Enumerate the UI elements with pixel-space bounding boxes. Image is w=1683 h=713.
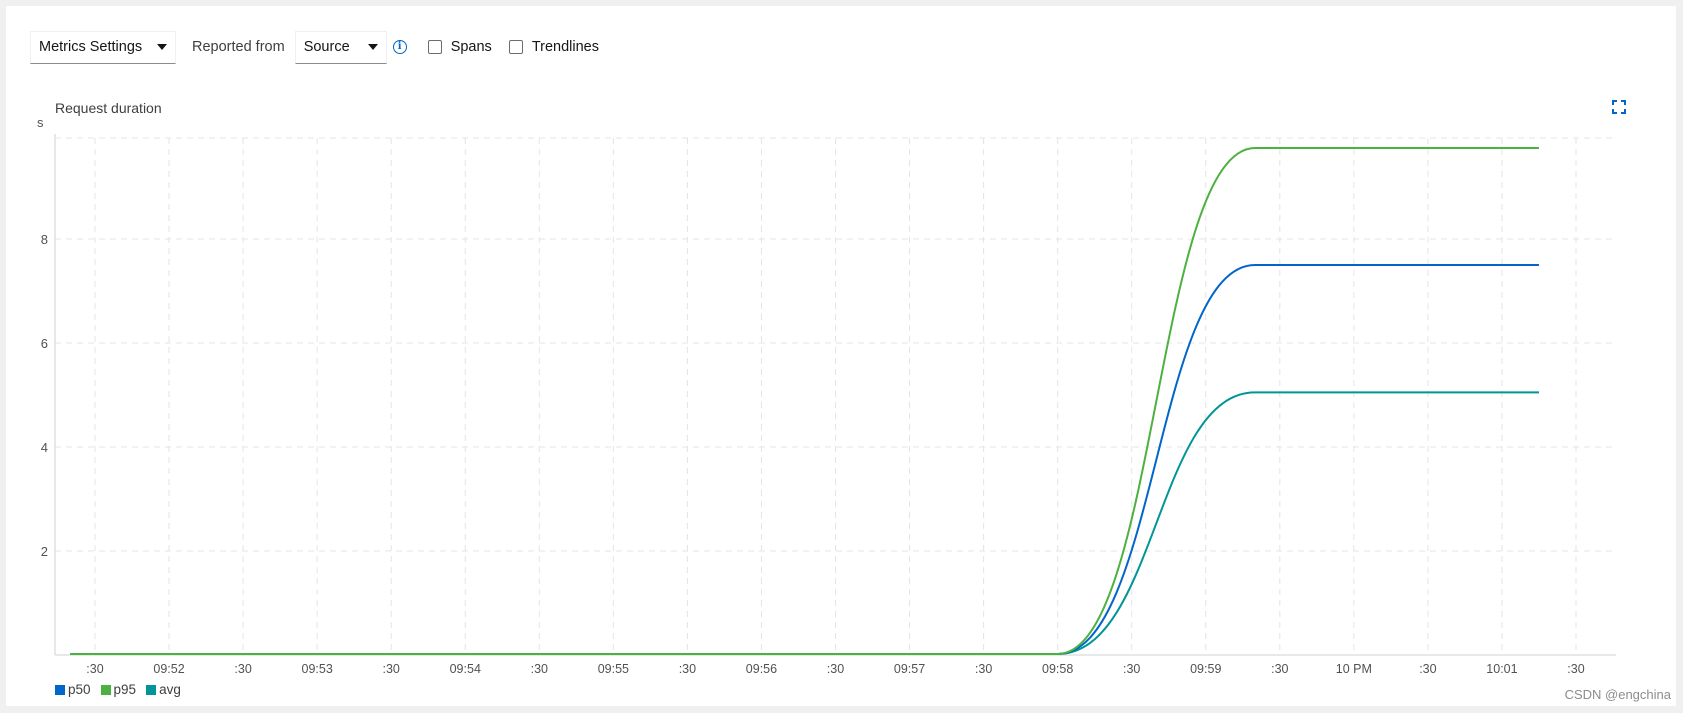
y-tick-label: 8 bbox=[41, 232, 48, 247]
legend-label-p50: p50 bbox=[68, 682, 91, 697]
legend: p50 p95 avg bbox=[55, 682, 191, 697]
x-tick-label: :30 bbox=[679, 662, 696, 676]
x-tick-label: :30 bbox=[531, 662, 548, 676]
x-tick-label: 09:56 bbox=[746, 662, 777, 676]
x-tick-label: :30 bbox=[1567, 662, 1584, 676]
legend-swatch-p95 bbox=[100, 684, 111, 695]
x-tick-label: :30 bbox=[975, 662, 992, 676]
y-tick-label: 4 bbox=[41, 440, 48, 455]
x-tick-label: 09:59 bbox=[1190, 662, 1221, 676]
x-tick-label: :30 bbox=[86, 662, 103, 676]
x-tick-label: 10:01 bbox=[1486, 662, 1517, 676]
line-chart: 2 4 6 8 :30 09:52 :30 09:53 :30 09:54 :30 09:55 :30 0… bbox=[41, 134, 1616, 676]
x-tick-label: :30 bbox=[827, 662, 844, 676]
x-tick-label: :30 bbox=[234, 662, 251, 676]
x-tick-label: 09:54 bbox=[450, 662, 481, 676]
legend-item-avg[interactable]: avg bbox=[146, 682, 181, 697]
y-tick-label: 6 bbox=[41, 336, 48, 351]
legend-swatch-p50 bbox=[55, 684, 65, 695]
x-tick-label: 09:57 bbox=[894, 662, 925, 676]
series-line-p95 bbox=[70, 147, 1539, 655]
x-tick-label: 09:52 bbox=[153, 662, 184, 676]
legend-item-p50[interactable]: p50 bbox=[55, 682, 91, 697]
series-line-p50 bbox=[70, 264, 1539, 655]
series-line-avg bbox=[70, 391, 1539, 655]
x-tick-label: :30 bbox=[1123, 662, 1140, 676]
watermark: CSDN @engchina bbox=[1564, 687, 1671, 702]
x-tick-label: :30 bbox=[1271, 662, 1288, 676]
legend-label-avg: avg bbox=[159, 682, 181, 697]
x-tick-label: :30 bbox=[1419, 662, 1436, 676]
x-tick-label: 09:55 bbox=[598, 662, 629, 676]
x-tick-label: 10 PM bbox=[1336, 662, 1372, 676]
legend-item-p95[interactable]: p95 bbox=[100, 682, 137, 697]
legend-label-p95: p95 bbox=[113, 682, 137, 697]
x-tick-label: 09:58 bbox=[1042, 662, 1073, 676]
x-tick-label: 09:53 bbox=[302, 662, 333, 676]
legend-swatch-avg bbox=[146, 684, 157, 695]
x-tick-label: :30 bbox=[383, 662, 400, 676]
y-tick-label: 2 bbox=[41, 544, 48, 559]
